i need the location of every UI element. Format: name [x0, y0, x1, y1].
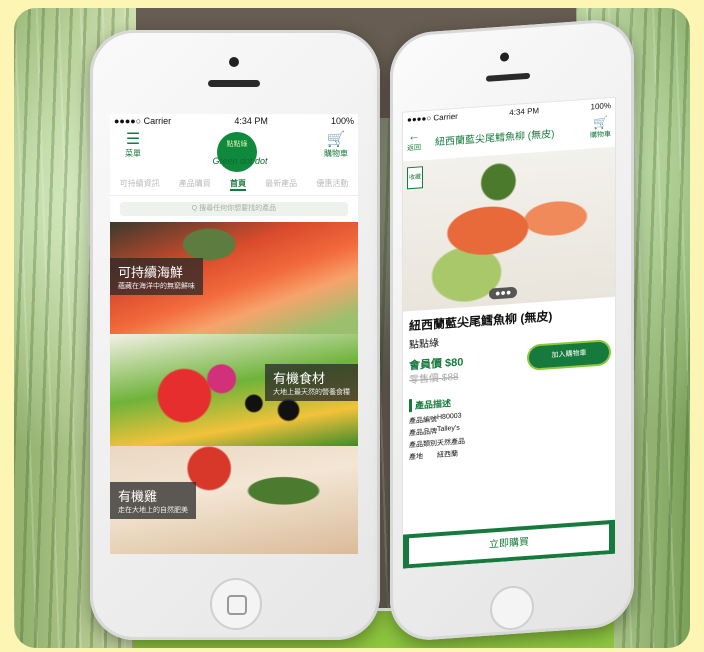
speaker-grille [486, 72, 530, 82]
detail-value: H80003 [437, 412, 462, 422]
banner-subtitle: 蘊藏在海洋中的無窮鮮味 [118, 283, 195, 290]
banner-caption: 有機雞 走在大地上的自然肥美 [110, 482, 196, 519]
banner-organic-chicken[interactable]: 有機雞 走在大地上的自然肥美 [110, 446, 358, 554]
detail-key: 產品品牌 [409, 428, 437, 438]
banner-subtitle: 大地上最天然的營養食糧 [273, 389, 350, 396]
banner-seafood[interactable]: 可持續海鮮 蘊藏在海洋中的無窮鮮味 [110, 222, 358, 334]
cart-icon: 🛒 [593, 115, 608, 131]
tab-bar: 可持續資訊 產品購買 首頁 最新產品 優惠活動 [110, 174, 358, 196]
phone-left: ●●●●○ Carrier 4:34 PM 100% ☰ 菜單 點點綠 Gree… [90, 30, 380, 640]
banner-caption: 有機食材 大地上最天然的營養食糧 [265, 364, 358, 401]
banner-organic-food[interactable]: 有機食材 大地上最天然的營養食糧 [110, 334, 358, 446]
detail-key: 產地 [409, 453, 423, 462]
carrier-text: ●●●●○ Carrier [114, 116, 172, 126]
status-bar: ●●●●○ Carrier 4:34 PM 100% [110, 114, 358, 128]
camera-icon [229, 57, 239, 67]
detail-key: 產品編號 [409, 416, 437, 426]
carousel-indicator[interactable]: ●●● [489, 286, 518, 300]
tab-home[interactable]: 首頁 [229, 178, 246, 191]
home-screen: ●●●●○ Carrier 4:34 PM 100% ☰ 菜單 點點綠 Gree… [110, 114, 358, 554]
banner-title: 有機食材 [273, 371, 326, 386]
logo[interactable]: 點點綠 [217, 132, 257, 172]
detail-value: 天然產品 [437, 438, 465, 448]
speaker-grille [208, 80, 260, 87]
cart-label: 購物車 [590, 131, 611, 140]
back-arrow-icon: ← [408, 128, 420, 144]
back-button[interactable]: ← 返回 [407, 128, 421, 153]
battery-text: 100% [330, 116, 354, 126]
tab-offers[interactable]: 優惠活動 [316, 178, 348, 191]
menu-label: 菜單 [125, 149, 141, 158]
app-header: ☰ 菜單 點點綠 Green dot dot 🛒 購物車 [110, 128, 358, 174]
banner-title: 可持續海鮮 [118, 265, 184, 280]
detail-key: 產品類別 [409, 440, 437, 450]
home-button[interactable] [490, 584, 534, 632]
logo-text: 點點綠 [226, 141, 248, 148]
cart-button[interactable]: 🛒 購物車 [590, 115, 611, 140]
banner-subtitle: 走在大地上的自然肥美 [118, 507, 188, 514]
hamburger-icon: ☰ [125, 131, 141, 148]
retail-price: 零售價 $88 [409, 371, 459, 387]
carrier-text: ●●●●○ Carrier [407, 111, 458, 125]
detail-value: Talley's [437, 424, 460, 434]
search-input[interactable]: Q 搜尋任何你想要找的產品 [120, 202, 348, 216]
tab-new-products[interactable]: 最新產品 [265, 178, 297, 191]
time-text: 4:34 PM [234, 116, 268, 126]
bookmark-icon[interactable]: 收藏 [407, 166, 423, 190]
back-label: 返回 [407, 144, 421, 153]
product-screen: ●●●●○ Carrier 4:34 PM 100% ← 返回 紐西蘭藍尖尾鱈魚… [402, 96, 616, 570]
camera-icon [500, 52, 509, 62]
page-title: 紐西蘭藍尖尾鱈魚柳 (無皮) [435, 129, 555, 149]
cart-button[interactable]: 🛒 購物車 [320, 132, 352, 159]
battery-text: 100% [590, 101, 611, 112]
home-button[interactable] [210, 578, 262, 630]
banner-caption: 可持續海鮮 蘊藏在海洋中的無窮鮮味 [110, 258, 203, 295]
menu-button[interactable]: ☰ 菜單 [118, 132, 148, 159]
detail-value: 紐西蘭 [437, 450, 458, 460]
buy-bar: 立即購買 [403, 519, 615, 569]
logo-subtitle: Green dot dot [212, 156, 268, 166]
banner-title: 有機雞 [118, 489, 158, 504]
cart-label: 購物車 [324, 149, 348, 158]
product-photo[interactable]: 收藏 ●●● [403, 146, 615, 312]
tab-sustainability[interactable]: 可持續資訊 [120, 178, 160, 191]
background-frame: ●●●●○ Carrier 4:34 PM 100% ☰ 菜單 點點綠 Gree… [14, 8, 690, 648]
cart-icon: 🛒 [326, 131, 346, 148]
add-to-cart-button[interactable]: 加入購物車 [529, 341, 609, 369]
tab-products[interactable]: 產品購買 [179, 178, 211, 191]
phone-right: ●●●●○ Carrier 4:34 PM 100% ← 返回 紐西蘭藍尖尾鱈魚… [390, 17, 634, 643]
buy-now-button[interactable]: 立即購買 [409, 524, 609, 565]
time-text: 4:34 PM [509, 106, 540, 118]
